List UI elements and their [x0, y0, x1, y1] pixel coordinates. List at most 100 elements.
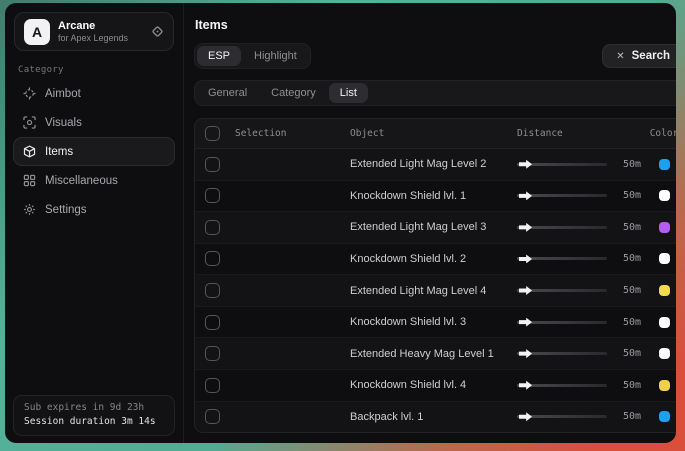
color-swatch[interactable]: [659, 380, 670, 391]
settings-icon: [22, 203, 36, 216]
distance-value: 50m: [623, 159, 641, 170]
object-name: Backpack lvl. 1: [350, 411, 423, 423]
brand-logo: A: [24, 19, 50, 45]
object-name: Knockdown Shield lvl. 4: [350, 379, 466, 391]
table-row: Knockdown Shield lvl. 4 50m: [195, 370, 676, 402]
distance-slider[interactable]: [517, 289, 607, 292]
object-name: Extended Light Mag Level 4: [350, 285, 486, 297]
brand-card: A Arcane for Apex Legends: [14, 12, 174, 51]
slider-thumb-icon[interactable]: [519, 412, 532, 421]
distance-slider[interactable]: [517, 352, 607, 355]
table-row: Extended Light Mag Level 350m: [195, 212, 676, 244]
slider-thumb-icon[interactable]: [519, 254, 532, 263]
search-button-label: Search: [632, 50, 670, 62]
color-swatch[interactable]: [659, 253, 670, 264]
table-row: Knockdown Shield lvl. 3 50m: [195, 307, 676, 339]
row-checkbox[interactable]: [205, 157, 220, 172]
tab-highlight[interactable]: Highlight: [243, 46, 308, 66]
sidebar-item-settings[interactable]: Settings: [13, 195, 175, 224]
row-checkbox[interactable]: [205, 378, 220, 393]
color-swatch[interactable]: [659, 190, 670, 201]
aimbot-icon: [22, 87, 36, 100]
select-all-checkbox[interactable]: [205, 126, 220, 141]
miscellaneous-icon: [22, 174, 36, 187]
distance-slider[interactable]: [517, 415, 607, 418]
distance-value: 50m: [623, 380, 641, 391]
color-swatch[interactable]: [659, 285, 670, 296]
object-name: Knockdown Shield lvl. 3: [350, 316, 466, 328]
row-checkbox[interactable]: [205, 188, 220, 203]
slider-thumb-icon[interactable]: [519, 381, 532, 390]
tab-general[interactable]: General: [197, 83, 258, 103]
distance-slider[interactable]: [517, 321, 607, 324]
row-checkbox[interactable]: [205, 409, 220, 424]
sidebar-item-miscellaneous[interactable]: Miscellaneous: [13, 166, 175, 195]
distance-value: 50m: [623, 253, 641, 264]
color-swatch[interactable]: [659, 411, 670, 422]
object-name: Extended Light Mag Level 3: [350, 221, 486, 233]
row-checkbox[interactable]: [205, 220, 220, 235]
distance-value: 50m: [623, 348, 641, 359]
table-row: Extended Light Mag Level 450m: [195, 275, 676, 307]
sidebar-item-label: Miscellaneous: [45, 175, 118, 187]
sidebar-item-label: Settings: [45, 204, 87, 216]
main-panel: Items ESPHighlight ✕ Search GeneralCateg…: [184, 3, 676, 443]
page-title: Items: [195, 18, 676, 32]
brand-subtitle: for Apex Legends: [58, 33, 143, 43]
tab-list[interactable]: List: [329, 83, 368, 103]
table-row: Knockdown Shield lvl. 250m: [195, 244, 676, 276]
table-header-row: Selection Object Distance Color: [195, 119, 676, 149]
slider-thumb-icon[interactable]: [519, 349, 532, 358]
slider-thumb-icon[interactable]: [519, 191, 532, 200]
tab-category[interactable]: Category: [260, 83, 327, 103]
object-name: Extended Heavy Mag Level 1: [350, 348, 494, 360]
category-section-label: Category: [18, 65, 183, 75]
color-swatch[interactable]: [659, 317, 670, 328]
table-row: Knockdown Shield lvl. 1 50m: [195, 181, 676, 213]
sidebar-item-label: Aimbot: [45, 88, 81, 100]
distance-value: 50m: [623, 411, 641, 422]
row-checkbox[interactable]: [205, 315, 220, 330]
color-swatch[interactable]: [659, 159, 670, 170]
table-row: Extended Light Mag Level 2 50m: [195, 149, 676, 181]
brand-title: Arcane: [58, 20, 143, 33]
mode-tabs: ESPHighlight: [194, 43, 311, 69]
distance-slider[interactable]: [517, 194, 607, 197]
items-table: Selection Object Distance Color Extended…: [194, 118, 676, 433]
table-row: Extended Heavy Mag Level 1 50m: [195, 338, 676, 370]
session-info-card: Sub expires in 9d 23h Session duration 3…: [13, 395, 175, 437]
row-checkbox[interactable]: [205, 283, 220, 298]
session-duration-text: Session duration 3m 14s: [24, 415, 164, 429]
sidebar-item-label: Items: [45, 146, 73, 158]
column-header-color: Color: [645, 128, 676, 139]
distance-slider[interactable]: [517, 226, 607, 229]
sidebar-item-items[interactable]: Items: [13, 137, 175, 166]
tab-esp[interactable]: ESP: [197, 46, 241, 66]
distance-value: 50m: [623, 190, 641, 201]
row-checkbox[interactable]: [205, 251, 220, 266]
view-tabs: GeneralCategoryList: [194, 80, 676, 106]
slider-thumb-icon[interactable]: [519, 223, 532, 232]
slider-thumb-icon[interactable]: [519, 286, 532, 295]
object-name: Knockdown Shield lvl. 1: [350, 190, 466, 202]
column-header-object: Object: [350, 128, 517, 139]
distance-slider[interactable]: [517, 384, 607, 387]
sidebar-nav: Aimbot Visuals Items Miscellaneous Settings: [5, 79, 183, 224]
distance-slider[interactable]: [517, 163, 607, 166]
sidebar-item-label: Visuals: [45, 117, 82, 129]
column-header-selection: Selection: [235, 128, 350, 139]
search-button[interactable]: ✕ Search: [602, 44, 676, 68]
app-window: A Arcane for Apex Legends Category Aimbo…: [5, 3, 676, 443]
sidebar-item-aimbot[interactable]: Aimbot: [13, 79, 175, 108]
column-header-distance: Distance: [517, 128, 645, 139]
object-name: Extended Light Mag Level 2: [350, 158, 486, 170]
color-swatch[interactable]: [659, 348, 670, 359]
slider-thumb-icon[interactable]: [519, 318, 532, 327]
slider-thumb-icon[interactable]: [519, 160, 532, 169]
distance-value: 50m: [623, 317, 641, 328]
close-icon: ✕: [616, 51, 624, 62]
sidebar-item-visuals[interactable]: Visuals: [13, 108, 175, 137]
row-checkbox[interactable]: [205, 346, 220, 361]
distance-slider[interactable]: [517, 257, 607, 260]
color-swatch[interactable]: [659, 222, 670, 233]
